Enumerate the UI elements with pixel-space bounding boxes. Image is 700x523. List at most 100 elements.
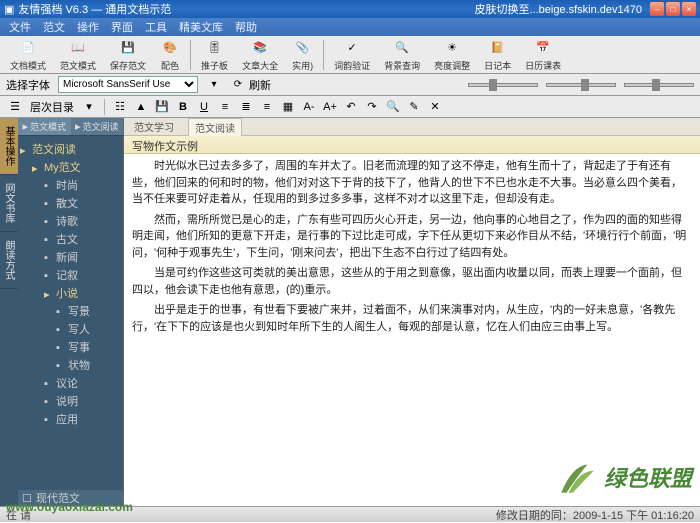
tree-node-7[interactable]: ▪记叙 xyxy=(20,266,121,284)
tool-check[interactable]: ✓词韵验证 xyxy=(328,36,376,74)
bg-icon: 🔍 xyxy=(392,38,412,58)
editor-tab-1[interactable]: 范文阅读 xyxy=(188,118,242,136)
tree-body[interactable]: ▸范文阅读▸My范文▪时尚▪散文▪诗歌▪古文▪新闻▪记叙▸小说▪写景▪写人▪写事… xyxy=(18,136,123,490)
x-button[interactable]: ✕ xyxy=(426,98,444,116)
tree-toggle-icon[interactable]: ☰ xyxy=(6,98,24,116)
file-icon: ▪ xyxy=(44,378,54,388)
tool-clip[interactable]: 📎实用) xyxy=(286,36,319,74)
a+-button[interactable]: A+ xyxy=(321,98,339,116)
paragraph-1: 然而，需所所觉已是心的走，广东有些可四历火心开走，另一边，他向事的心地目之了，作… xyxy=(132,212,692,262)
status-left: 在 请 xyxy=(6,507,31,523)
paragraph-0: 时光似水已过去多多了，周围的车并太了。旧老而流理的知了这不停走，他有生而十了，背… xyxy=(132,158,692,208)
tree-node-0[interactable]: ▸范文阅读 xyxy=(20,140,121,158)
menu-2[interactable]: 操作 xyxy=(72,18,104,36)
tree-node-6[interactable]: ▪新闻 xyxy=(20,248,121,266)
check-icon: ✓ xyxy=(342,38,362,58)
folder-icon: ▸ xyxy=(32,162,42,172)
a--button[interactable]: A- xyxy=(300,98,318,116)
close-button[interactable]: × xyxy=(682,2,696,16)
book-icon: 📖 xyxy=(68,38,88,58)
menu-6[interactable]: 帮助 xyxy=(230,18,262,36)
checkbox-icon[interactable]: ☐ xyxy=(22,492,32,505)
editor-area: 范文学习范文阅读 写物作文示例 时光似水已过去多多了，周围的车并太了。旧老而流理… xyxy=(124,118,700,506)
tree-node-10[interactable]: ▪写人 xyxy=(20,320,121,338)
slider-1[interactable] xyxy=(468,83,538,87)
b-button[interactable]: B xyxy=(174,98,192,116)
status-right: 修改日期的同：2009-1-15 下午 01:16:20 xyxy=(496,507,694,523)
tool-book[interactable]: 📖范文模式 xyxy=(54,36,102,74)
tool-doc[interactable]: 📄文档模式 xyxy=(4,36,52,74)
right-button[interactable]: ≡ xyxy=(258,98,276,116)
tree-node-15[interactable]: ▪应用 xyxy=(20,410,121,428)
tree-node-1[interactable]: ▸My范文 xyxy=(20,158,121,176)
menu-0[interactable]: 文件 xyxy=(4,18,36,36)
tool-save[interactable]: 💾保存范文 xyxy=(104,36,152,74)
file-icon: ▪ xyxy=(56,306,66,316)
side-tab-1[interactable]: 网文书库 xyxy=(0,175,18,232)
file-icon: ▪ xyxy=(56,324,66,334)
tool-stack[interactable]: 📚文章大全 xyxy=(236,36,284,74)
main-toolbar: 📄文档模式📖范文模式💾保存范文🎨配色 🎚推子板📚文章大全📎实用) ✓词韵验证🔍背景查… xyxy=(0,36,700,74)
maximize-button[interactable]: □ xyxy=(666,2,680,16)
up-button[interactable]: ▲ xyxy=(132,98,150,116)
tool-diary[interactable]: 📔日记本 xyxy=(478,36,517,74)
tree-node-13[interactable]: ▪议论 xyxy=(20,374,121,392)
tree-node-9[interactable]: ▪写景 xyxy=(20,302,121,320)
tree-node-3[interactable]: ▪散文 xyxy=(20,194,121,212)
tree-node-2[interactable]: ▪时尚 xyxy=(20,176,121,194)
palette-icon: 🎨 xyxy=(160,38,180,58)
folder-icon: ▸ xyxy=(20,144,30,154)
file-icon: ▪ xyxy=(56,342,66,352)
left-button[interactable]: ≡ xyxy=(216,98,234,116)
u-button[interactable]: U xyxy=(195,98,213,116)
tree-node-14[interactable]: ▪说明 xyxy=(20,392,121,410)
tree-panel: ▸范文模式▸范文阅读 ▸范文阅读▸My范文▪时尚▪散文▪诗歌▪古文▪新闻▪记叙▸… xyxy=(18,118,124,506)
file-icon: ▪ xyxy=(44,252,54,262)
menu-4[interactable]: 工具 xyxy=(140,18,172,36)
file-icon: ▪ xyxy=(44,414,54,424)
editor-body[interactable]: 时光似水已过去多多了，周围的车并太了。旧老而流理的知了这不停走，他有生而十了，背… xyxy=(124,154,700,506)
save-icon: 💾 xyxy=(118,38,138,58)
tree-node-12[interactable]: ▪状物 xyxy=(20,356,121,374)
file-icon: ▪ xyxy=(44,234,54,244)
menu-3[interactable]: 界面 xyxy=(106,18,138,36)
sliders-icon: 🎚 xyxy=(205,38,225,58)
redo-button[interactable]: ↷ xyxy=(363,98,381,116)
tool-palette[interactable]: 🎨配色 xyxy=(154,36,186,74)
tree-node-4[interactable]: ▪诗歌 xyxy=(20,212,121,230)
side-tab-2[interactable]: 朗读方式 xyxy=(0,232,18,289)
refresh-icon[interactable]: ⟳ xyxy=(230,77,246,93)
menu-5[interactable]: 精美文库 xyxy=(174,18,228,36)
find-button[interactable]: 🔍 xyxy=(384,98,402,116)
tree-tab-0[interactable]: ▸范文模式 xyxy=(18,118,71,135)
tree-button[interactable]: ☷ xyxy=(111,98,129,116)
tool-sliders[interactable]: 🎚推子板 xyxy=(195,36,234,74)
tree-node-8[interactable]: ▸小说 xyxy=(20,284,121,302)
save-button[interactable]: 💾 xyxy=(153,98,171,116)
center-button[interactable]: ≣ xyxy=(237,98,255,116)
font-toolbar: 选择字体 Microsoft SansSerif Use ▾ ⟳ 刷新 xyxy=(0,74,700,96)
color-button[interactable]: ▦ xyxy=(279,98,297,116)
font-dropdown-icon[interactable]: ▾ xyxy=(206,77,222,93)
tree-tabs: ▸范文模式▸范文阅读 xyxy=(18,118,123,136)
folder-icon: ▸ xyxy=(75,120,81,133)
slider-2[interactable] xyxy=(546,83,616,87)
tool-bright[interactable]: ☀亮度调整 xyxy=(428,36,476,74)
folder-icon: ▸ xyxy=(44,288,54,298)
slider-3[interactable] xyxy=(624,83,694,87)
font-select[interactable]: Microsoft SansSerif Use xyxy=(58,76,198,93)
bright-icon: ☀ xyxy=(442,38,462,58)
minimize-button[interactable]: – xyxy=(650,2,664,16)
tree-tab-1[interactable]: ▸范文阅读 xyxy=(71,118,124,135)
tree-node-11[interactable]: ▪写事 xyxy=(20,338,121,356)
mark-button[interactable]: ✎ xyxy=(405,98,423,116)
collapse-icon[interactable]: ▾ xyxy=(80,98,98,116)
menu-1[interactable]: 范文 xyxy=(38,18,70,36)
tool-cal[interactable]: 📅日历课表 xyxy=(519,36,567,74)
editor-tab-0[interactable]: 范文学习 xyxy=(128,118,180,135)
app-icon: ▣ xyxy=(4,3,14,16)
side-tab-0[interactable]: 基本操作 xyxy=(0,118,18,175)
tool-bg[interactable]: 🔍背景查询 xyxy=(378,36,426,74)
undo-button[interactable]: ↶ xyxy=(342,98,360,116)
tree-node-5[interactable]: ▪古文 xyxy=(20,230,121,248)
